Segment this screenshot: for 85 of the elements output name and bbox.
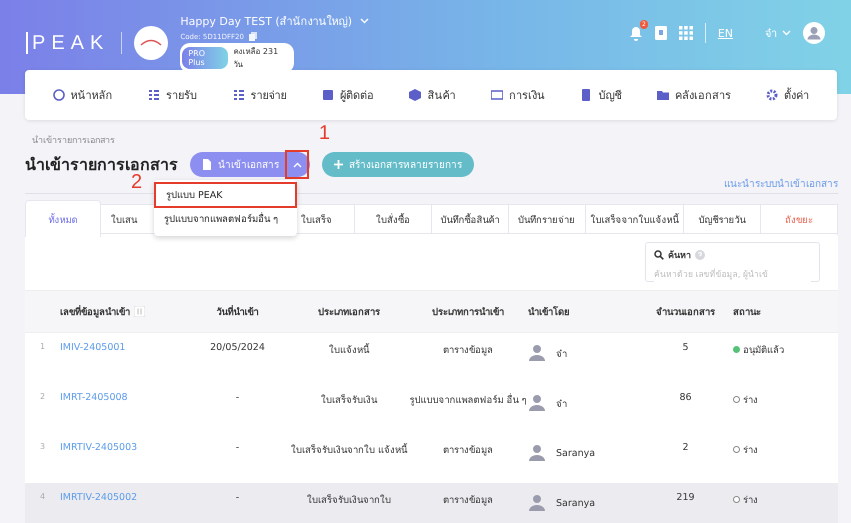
tab[interactable]: บันทึกรายจ่าย — [508, 204, 586, 234]
table-cell-text: 2 — [681, 442, 690, 453]
list-icon — [148, 89, 160, 101]
annotation-box — [285, 150, 309, 179]
nav-item[interactable]: สินค้า — [409, 86, 456, 104]
status-text: ร่าง — [743, 394, 758, 407]
nav-item[interactable]: คลังเอกสาร — [656, 86, 731, 104]
table-cell: รูปแบบจากแพลตฟอร์ม อื่น ๆ — [408, 392, 528, 407]
tab[interactable]: ถังขยะ — [761, 204, 838, 234]
column-header: นำเข้าโดย — [528, 305, 571, 319]
table-cell-text: ตารางข้อมูล — [442, 444, 494, 457]
row-number: 2 — [38, 392, 46, 401]
table-cell: Saranya — [556, 498, 596, 508]
tab[interactable]: ใบสั่งซื้อ — [354, 204, 432, 234]
table-cell: ใบเสร็จรับเงินจากใบ แจ้งหนี้ — [290, 442, 408, 457]
table-cell-text: 219 — [675, 492, 696, 503]
user-icon — [528, 444, 546, 462]
status-text: อนุมัติแล้ว — [743, 344, 784, 357]
list-icon — [232, 89, 245, 101]
column-header: จำนวนเอกสาร — [655, 306, 716, 319]
status-text: ร่าง — [743, 444, 758, 457]
table-cell-text: ตารางข้อมูล — [442, 494, 494, 507]
table-cell-text: ใบเสร็จรับเงิน — [320, 393, 378, 407]
user-icon — [528, 394, 546, 412]
status-text: ร่าง — [743, 494, 758, 507]
help-book-icon[interactable] — [654, 26, 667, 40]
table-cell-text: - — [234, 492, 240, 503]
table-cell: Saranya — [556, 448, 596, 458]
user-icon — [528, 494, 546, 512]
table-cell-text: จ๋า — [556, 398, 567, 410]
chevron-down-icon[interactable] — [782, 30, 791, 36]
folder-icon — [656, 89, 669, 101]
document-icon — [202, 159, 212, 170]
company-logo-icon — [134, 26, 168, 60]
table-cell-text: ใบเสร็จรับเงินจากใบ — [306, 493, 392, 507]
nav-item[interactable]: ผู้ติดต่อ — [322, 86, 374, 104]
table-cell-text: ใบแจ้งหนี้ — [328, 342, 370, 357]
column-header: ประเภทการนำเข้า — [431, 306, 505, 319]
table-cell-text: 86 — [678, 392, 693, 403]
tab[interactable]: ทั้งหมด — [25, 200, 101, 237]
nav-item[interactable]: รายรับ — [148, 86, 198, 104]
copy-icon[interactable] — [248, 32, 257, 41]
row-number: 1 — [38, 342, 46, 351]
apps-grid-icon[interactable] — [678, 26, 693, 40]
table-cell-text: 5 — [681, 342, 690, 353]
nav-item[interactable]: บัญชี — [580, 86, 622, 104]
dropdown-item[interactable]: รูปแบบ PEAK — [154, 182, 297, 208]
bell-icon[interactable] — [628, 26, 643, 40]
annotation-number: 1 — [318, 122, 330, 145]
avatar-icon[interactable] — [803, 22, 825, 44]
annotation-number: 2 — [131, 171, 142, 194]
chevron-icon — [293, 162, 302, 168]
search-label: ค้นหา — [668, 249, 691, 262]
row-number: 3 — [38, 442, 46, 451]
row-number: 4 — [38, 492, 46, 501]
column-header: วันที่นำเข้า — [216, 304, 260, 319]
gear-icon — [766, 89, 778, 101]
page-title: นำเข้ารายการเอกสาร — [25, 154, 178, 174]
nav-item[interactable]: ตั้งค่า — [766, 86, 810, 104]
sort-icon[interactable] — [134, 306, 145, 317]
tab[interactable]: บันทึกซื้อสินค้า — [432, 204, 509, 234]
cube-icon — [409, 89, 422, 101]
plus-icon — [334, 160, 343, 169]
column-header: ประเภทเอกสาร — [317, 306, 381, 319]
chevron-down-icon[interactable] — [360, 18, 370, 24]
nav-item[interactable]: รายจ่าย — [232, 86, 287, 104]
plan-badge: PRO Plus คงเหลือ 231 วัน — [180, 43, 294, 73]
table-cell-text: ตารางข้อมูล — [442, 344, 494, 357]
table-cell-text: - — [234, 392, 240, 403]
logo: PEAK — [26, 32, 110, 54]
dropdown-item[interactable]: รูปแบบจากแพลตฟอร์มอื่น ๆ — [154, 208, 297, 234]
search-input[interactable]: ค้นหาด้วย เลขที่ข้อมูล, ผู้นำเข้ — [654, 268, 811, 282]
user-icon — [528, 344, 546, 362]
tab[interactable]: บัญชีรายวัน — [684, 204, 762, 234]
search-field[interactable]: ค้นหา ค้นหาด้วย เลขที่ข้อมูล, ผู้นำเข้ — [645, 242, 820, 282]
column-header: สถานะ — [733, 306, 762, 319]
nav-item[interactable]: การเงิน — [490, 86, 545, 104]
nav-item[interactable]: หน้าหลัก — [52, 86, 113, 104]
table-cell-text: - — [234, 442, 240, 453]
table-cell-text: 20/05/2024 — [209, 342, 266, 353]
column-header: เลขที่ข้อมูลนำเข้า — [60, 304, 185, 319]
tab[interactable]: ใบเสร็จจากใบแจ้งหนี้ — [586, 204, 684, 234]
table-cell-text: จ๋า — [556, 348, 567, 360]
help-icon — [695, 250, 705, 260]
search-icon — [654, 250, 664, 260]
